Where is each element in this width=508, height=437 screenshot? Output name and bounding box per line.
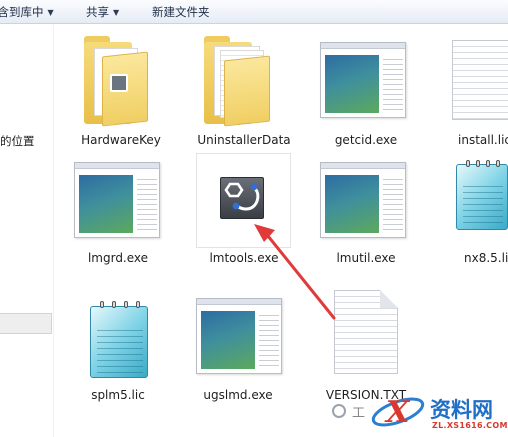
watermark-brand: 资料网: [430, 398, 493, 422]
wechat-icon: [332, 404, 346, 418]
watermark-channel: 工: [352, 406, 366, 421]
annotation-arrow: [254, 224, 336, 320]
arrow-shaft: [266, 234, 336, 320]
watermark-url: ZL.XS1616.COM: [432, 421, 508, 430]
brand-logo-icon: X: [371, 395, 425, 430]
svg-text:X: X: [384, 395, 411, 430]
